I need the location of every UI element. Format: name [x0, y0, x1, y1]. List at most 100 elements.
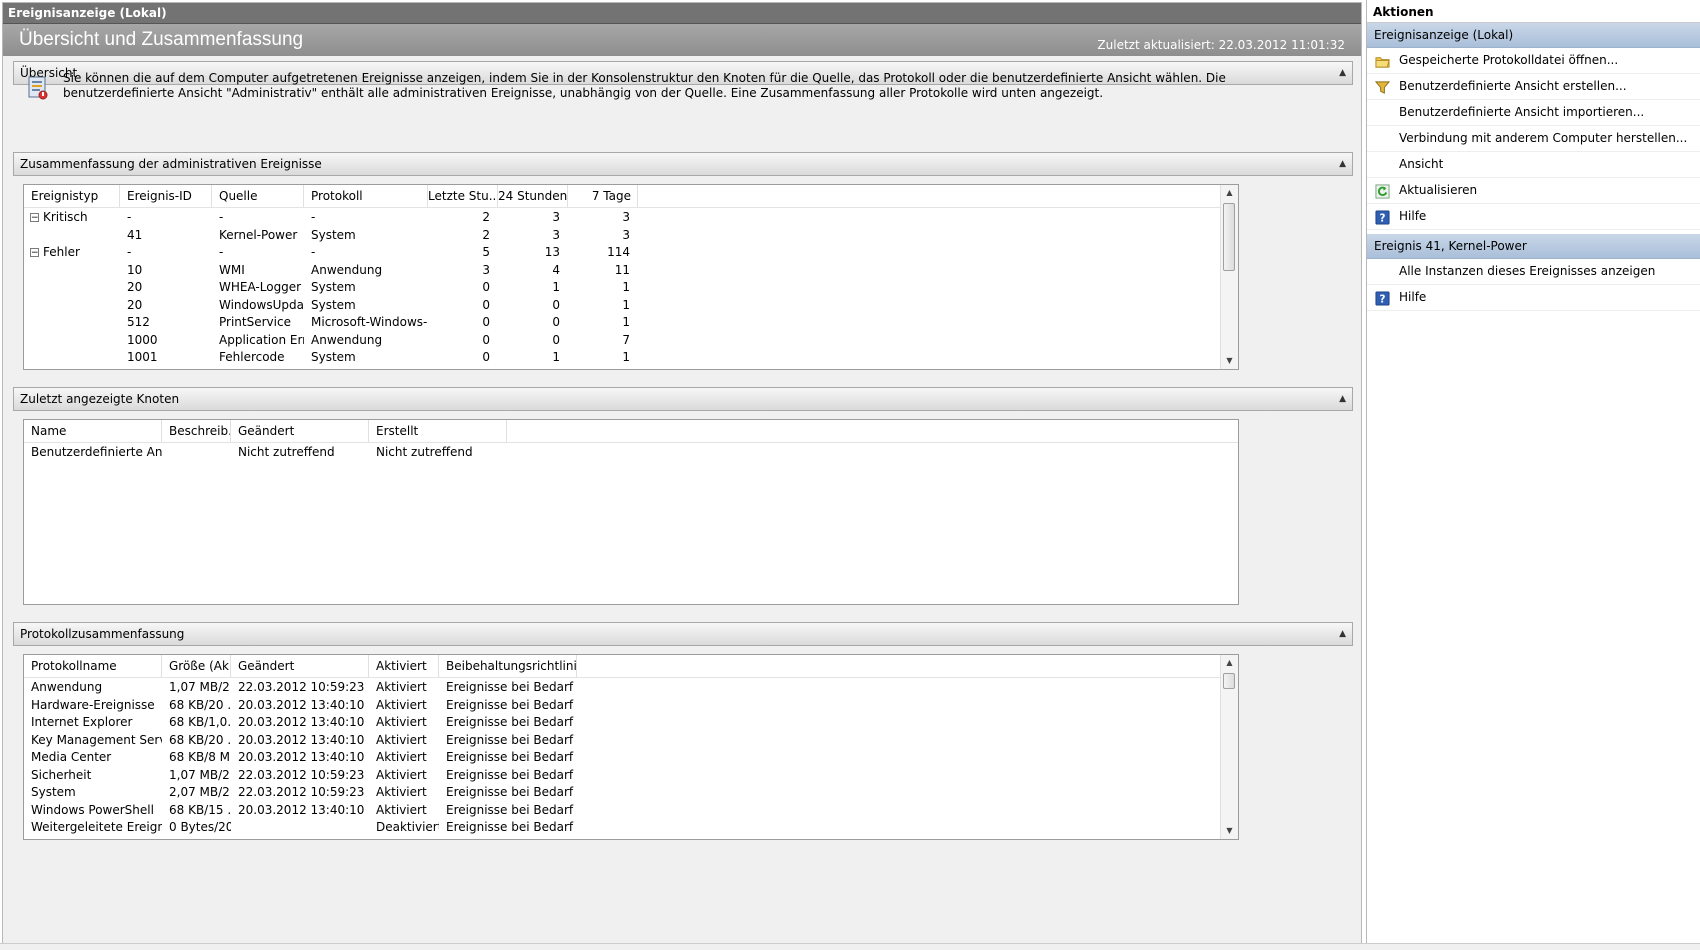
action-item[interactable]: Verbindung mit anderem Computer herstell…	[1367, 126, 1700, 152]
action-item-label: Verbindung mit anderem Computer herstell…	[1399, 131, 1688, 145]
column-header[interactable]: Quelle	[212, 185, 304, 207]
table-row[interactable]: Anwendung 1,07 MB/2... 22.03.2012 10:59:23…	[24, 678, 1238, 697]
scroll-thumb[interactable]	[1223, 673, 1235, 689]
collapse-icon[interactable]: ▲	[1339, 153, 1346, 175]
action-item[interactable]: Aktualisieren	[1367, 178, 1700, 204]
panel-titlebar: Ereignisanzeige (Lokal)	[3, 3, 1361, 24]
scroll-thumb[interactable]	[1223, 203, 1235, 271]
table-cell: Aktiviert	[376, 697, 427, 712]
action-group-header[interactable]: Ereignisanzeige (Lokal)	[1367, 23, 1700, 48]
scroll-up-icon[interactable]: ▲	[1221, 185, 1238, 201]
table-row[interactable]: 20 WindowsUpda... System 0 0 1	[24, 296, 1238, 315]
collapse-icon[interactable]: ▲	[1339, 388, 1346, 410]
collapse-tree-icon[interactable]: −	[30, 248, 39, 258]
recent-nodes-section-header[interactable]: Zuletzt angezeigte Knoten ▲	[13, 387, 1353, 411]
table-cell: 1	[622, 350, 630, 364]
table-row[interactable]: Hardware-Ereignisse 68 KB/20 ... 20.03.201…	[24, 696, 1238, 715]
table-cell: 0	[482, 280, 490, 294]
scroll-up-icon[interactable]: ▲	[1221, 655, 1238, 671]
table-row[interactable]: 512 PrintService Microsoft-Windows-... 0 0 1	[24, 313, 1238, 332]
log-summary-section-title: Protokollzusammenfassung	[20, 627, 185, 641]
column-header[interactable]: Protokollname	[24, 655, 162, 677]
table-cell: 0	[482, 297, 490, 312]
table-row[interactable]: Media Center 68 KB/8 MB 20.03.2012 13:40:1…	[24, 748, 1238, 767]
table-row[interactable]: 41 Kernel-Power System 2 3 3	[24, 226, 1238, 245]
column-header[interactable]: Größe (Ak...	[162, 655, 231, 677]
column-header[interactable]: Geändert	[231, 420, 369, 442]
column-header[interactable]: Ereignistyp	[24, 185, 120, 207]
collapse-tree-icon[interactable]: −	[30, 213, 39, 223]
table-row[interactable]: 10 WMI Anwendung 3 4 11	[24, 261, 1238, 280]
summary-panel: Ereignisanzeige (Lokal) Übersicht und Zu…	[2, 2, 1362, 946]
action-group-header[interactable]: Ereignis 41, Kernel-Power	[1367, 234, 1700, 259]
table-row[interactable]: System 2,07 MB/2... 22.03.2012 10:59:23 Akt…	[24, 783, 1238, 802]
column-header[interactable]: Ereignis-ID	[120, 185, 212, 207]
table-row[interactable]: − Kritisch - - -2 3 3	[24, 208, 1238, 227]
table-cell: 5	[482, 245, 490, 259]
event-type-label: Fehler	[43, 245, 80, 259]
scroll-down-icon[interactable]: ▼	[1221, 353, 1238, 369]
action-item[interactable]: ? Hilfe	[1367, 285, 1700, 311]
table-row[interactable]: Windows PowerShell 68 KB/15 ... 20.03.2012…	[24, 801, 1238, 820]
column-header[interactable]: Beibehaltungsrichtlinie	[439, 655, 577, 677]
table-cell: 2	[482, 227, 490, 242]
table-cell: PrintService	[219, 315, 291, 329]
log-summary-table[interactable]: ProtokollnameGröße (Ak...GeändertAktivie…	[23, 654, 1239, 840]
column-header[interactable]: Geändert	[231, 655, 369, 677]
recent-nodes-section: Zuletzt angezeigte Knoten ▲ Name Beschrei…	[13, 387, 1353, 615]
actions-list: Ereignisanzeige (Lokal) Gespeicherte Prot…	[1367, 23, 1700, 311]
table-row[interactable]: 1001 Fehlercode System 0 1 1	[24, 348, 1238, 367]
table-cell: Nicht zutreffend	[376, 445, 473, 459]
table-cell: Fehlercode	[219, 350, 285, 364]
table-row[interactable]: Key Management Service 68 KB/20 ... 20.03.…	[24, 731, 1238, 750]
filter-icon	[1374, 79, 1391, 94]
action-item[interactable]: Alle Instanzen dieses Ereignisses anzeig…	[1367, 259, 1700, 285]
table-cell: 3	[622, 227, 630, 242]
table-cell: 0	[552, 297, 560, 312]
log-summary-section-header[interactable]: Protokollzusammenfassung ▲	[13, 622, 1353, 646]
column-header[interactable]: 7 Tage	[568, 185, 638, 207]
collapse-icon[interactable]: ▲	[1339, 623, 1346, 645]
admin-summary-section-header[interactable]: Zusammenfassung der administrativen Erei…	[13, 152, 1353, 176]
column-header[interactable]: 24 Stunden	[498, 185, 568, 207]
table-cell: 20	[127, 280, 143, 294]
column-header[interactable]: Name	[24, 420, 162, 442]
collapse-icon[interactable]: ▲	[1339, 62, 1346, 84]
table-row[interactable]: Sicherheit 1,07 MB/2... 22.03.2012 10:59:2…	[24, 766, 1238, 785]
table-row[interactable]: Internet Explorer 68 KB/1,0... 20.03.2012 …	[24, 713, 1238, 732]
action-item[interactable]: Benutzerdefinierte Ansicht importieren..…	[1367, 100, 1700, 126]
table-cell: 7	[622, 332, 630, 347]
table-cell: 512	[127, 315, 150, 329]
event-type-cell: − Kritisch	[24, 208, 120, 227]
scroll-down-icon[interactable]: ▼	[1221, 823, 1238, 839]
action-item[interactable]: Ansicht	[1367, 152, 1700, 178]
svg-text:?: ?	[1380, 294, 1386, 306]
column-header[interactable]: Protokoll	[304, 185, 428, 207]
admin-summary-table[interactable]: Ereignistyp Ereignis-ID Quelle Protokoll Let…	[23, 184, 1239, 370]
action-item-label: Alle Instanzen dieses Ereignisses anzeig…	[1399, 264, 1656, 278]
vertical-scrollbar[interactable]: ▲ ▼	[1220, 655, 1238, 839]
vertical-scrollbar[interactable]: ▲ ▼	[1220, 185, 1238, 369]
column-header[interactable]: Aktiviert	[369, 655, 439, 677]
column-header[interactable]: Letzte Stu...	[428, 185, 498, 207]
table-cell: 0	[482, 350, 490, 364]
action-item[interactable]: Benutzerdefinierte Ansicht erstellen...	[1367, 74, 1700, 100]
table-row[interactable]: Benutzerdefinierte Ansic... Nicht zutreff…	[24, 443, 1238, 462]
table-cell: -	[127, 245, 132, 259]
action-item[interactable]: Gespeicherte Protokolldatei öffnen...	[1367, 48, 1700, 74]
table-cell: 20	[127, 297, 143, 312]
table-cell: WindowsUpda...	[219, 297, 304, 312]
table-row[interactable]: 1000 Application Err... Anwendung 0 0 7	[24, 331, 1238, 350]
log-summary-section: Protokollzusammenfassung ▲ Protokollname…	[13, 622, 1353, 850]
event-type-label: Kritisch	[43, 210, 88, 224]
table-row[interactable]: Weitergeleitete Ereignisse 0 Bytes/20... D…	[24, 818, 1238, 837]
table-cell: 0 Bytes/20...	[169, 820, 231, 834]
table-header: NameBeschreib...GeändertErstellt	[24, 420, 1238, 443]
column-header[interactable]: Erstellt	[369, 420, 507, 442]
action-item[interactable]: ? Hilfe	[1367, 204, 1700, 230]
table-row[interactable]: − Fehler - - -5 13 114	[24, 243, 1238, 262]
table-row[interactable]: 20 WHEA-Logger System 0 1 1	[24, 278, 1238, 297]
column-header[interactable]: Beschreib...	[162, 420, 231, 442]
recent-nodes-table[interactable]: NameBeschreib...GeändertErstellt Benutze…	[23, 419, 1239, 605]
table-cell: Ereignisse bei Bedarf üb...	[446, 802, 577, 817]
